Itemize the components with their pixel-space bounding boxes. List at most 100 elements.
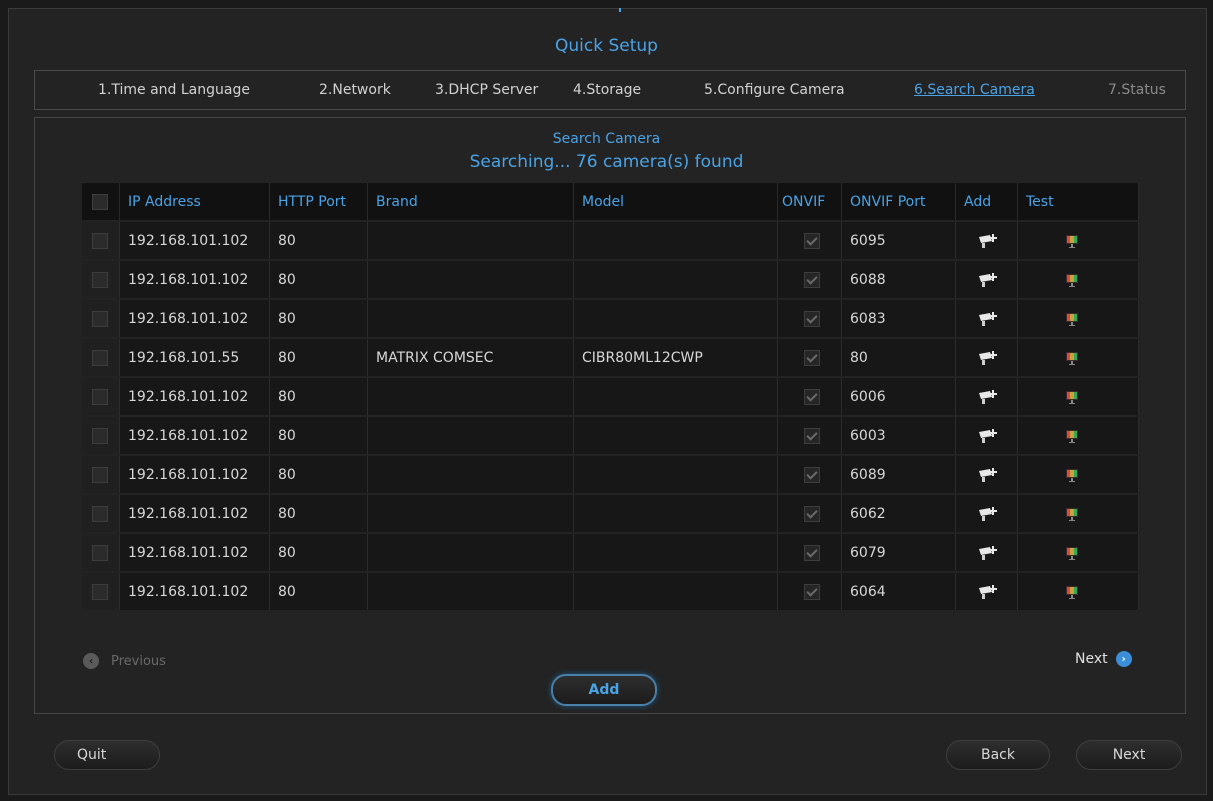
camera-add-icon[interactable]	[978, 428, 998, 444]
table-header-row: IP Address HTTP Port Brand Model ONVIF O…	[82, 183, 1139, 220]
header-model[interactable]: Model	[574, 183, 778, 220]
row-select-checkbox[interactable]	[92, 232, 108, 249]
row-select-cell	[82, 339, 120, 376]
row-select-cell	[82, 261, 120, 298]
step-time-and-language[interactable]: 1.Time and Language	[98, 82, 250, 98]
monitor-test-icon[interactable]	[1064, 584, 1080, 600]
row-select-checkbox[interactable]	[92, 505, 108, 522]
header-onvif[interactable]: ONVIF	[778, 183, 842, 220]
header-ip-address[interactable]: IP Address	[120, 183, 270, 220]
onvif-cell	[778, 495, 842, 532]
camera-add-icon[interactable]	[978, 389, 998, 405]
monitor-test-icon[interactable]	[1064, 350, 1080, 366]
camera-add-icon[interactable]	[978, 467, 998, 483]
row-select-checkbox[interactable]	[92, 349, 108, 366]
table-row[interactable]: 192.168.101.102 80 6079	[82, 534, 1139, 571]
onvif-checkbox	[804, 544, 820, 561]
onvif-port-cell: 6006	[842, 378, 956, 415]
onvif-cell	[778, 378, 842, 415]
header-http-port[interactable]: HTTP Port	[270, 183, 368, 220]
camera-add-icon[interactable]	[978, 311, 998, 327]
previous-page-link[interactable]: ‹ Previous	[83, 653, 166, 669]
camera-add-icon[interactable]	[978, 506, 998, 522]
model-cell	[574, 534, 778, 571]
step-network[interactable]: 2.Network	[319, 82, 391, 98]
row-select-checkbox[interactable]	[92, 427, 108, 444]
step-configure-camera[interactable]: 5.Configure Camera	[704, 82, 845, 98]
monitor-test-icon[interactable]	[1064, 545, 1080, 561]
row-select-checkbox[interactable]	[92, 583, 108, 600]
camera-add-icon[interactable]	[978, 584, 998, 600]
add-cell	[956, 300, 1018, 337]
test-cell	[1018, 495, 1139, 532]
table-row[interactable]: 192.168.101.102 80 6095	[82, 222, 1139, 259]
ip-address-cell: 192.168.101.102	[120, 573, 270, 610]
row-select-checkbox[interactable]	[92, 466, 108, 483]
model-cell	[574, 378, 778, 415]
onvif-cell	[778, 339, 842, 376]
camera-add-icon[interactable]	[978, 350, 998, 366]
monitor-test-icon[interactable]	[1064, 428, 1080, 444]
row-select-cell	[82, 300, 120, 337]
add-cell	[956, 495, 1018, 532]
http-port-cell: 80	[270, 261, 368, 298]
header-onvif-port[interactable]: ONVIF Port	[842, 183, 956, 220]
brand-cell	[368, 456, 574, 493]
onvif-cell	[778, 417, 842, 454]
add-cell	[956, 456, 1018, 493]
select-all-checkbox[interactable]	[92, 193, 108, 210]
ip-address-cell: 192.168.101.102	[120, 261, 270, 298]
row-select-checkbox[interactable]	[92, 544, 108, 561]
row-select-checkbox[interactable]	[92, 388, 108, 405]
camera-add-icon[interactable]	[978, 545, 998, 561]
step-status[interactable]: 7.Status	[1108, 82, 1166, 98]
chevron-left-circle-icon: ‹	[83, 653, 99, 669]
next-button[interactable]: Next	[1076, 740, 1182, 770]
quit-button[interactable]: Quit	[54, 740, 160, 770]
row-select-checkbox[interactable]	[92, 271, 108, 288]
table-row[interactable]: 192.168.101.102 80 6089	[82, 456, 1139, 493]
step-storage[interactable]: 4.Storage	[573, 82, 641, 98]
monitor-test-icon[interactable]	[1064, 272, 1080, 288]
table-row[interactable]: 192.168.101.55 80 MATRIX COMSEC CIBR80ML12C…	[82, 339, 1139, 376]
model-cell: CIBR80ML12CWP	[574, 339, 778, 376]
camera-add-icon[interactable]	[978, 272, 998, 288]
ip-address-cell: 192.168.101.102	[120, 378, 270, 415]
onvif-port-cell: 6079	[842, 534, 956, 571]
onvif-port-cell: 6064	[842, 573, 956, 610]
test-cell	[1018, 378, 1139, 415]
monitor-test-icon[interactable]	[1064, 506, 1080, 522]
monitor-test-icon[interactable]	[1064, 389, 1080, 405]
next-page-link[interactable]: Next ›	[1075, 651, 1132, 667]
camera-add-icon[interactable]	[978, 233, 998, 249]
step-dhcp-server[interactable]: 3.DHCP Server	[435, 82, 538, 98]
onvif-cell	[778, 300, 842, 337]
test-cell	[1018, 534, 1139, 571]
monitor-test-icon[interactable]	[1064, 467, 1080, 483]
ip-address-cell: 192.168.101.102	[120, 417, 270, 454]
chevron-right-circle-icon: ›	[1115, 651, 1132, 667]
table-row[interactable]: 192.168.101.102 80 6083	[82, 300, 1139, 337]
model-cell	[574, 222, 778, 259]
table-row[interactable]: 192.168.101.102 80 6088	[82, 261, 1139, 298]
ip-address-cell: 192.168.101.102	[120, 222, 270, 259]
header-brand[interactable]: Brand	[368, 183, 574, 220]
back-button[interactable]: Back	[946, 740, 1050, 770]
table-row[interactable]: 192.168.101.102 80 6006	[82, 378, 1139, 415]
row-select-cell	[82, 495, 120, 532]
top-indicator	[619, 8, 621, 12]
add-camera-button[interactable]: Add	[551, 674, 657, 706]
onvif-checkbox	[804, 310, 820, 327]
row-select-checkbox[interactable]	[92, 310, 108, 327]
add-cell	[956, 573, 1018, 610]
table-row[interactable]: 192.168.101.102 80 6064	[82, 573, 1139, 610]
monitor-test-icon[interactable]	[1064, 233, 1080, 249]
test-cell	[1018, 456, 1139, 493]
test-cell	[1018, 261, 1139, 298]
monitor-test-icon[interactable]	[1064, 311, 1080, 327]
table-row[interactable]: 192.168.101.102 80 6062	[82, 495, 1139, 532]
step-search-camera[interactable]: 6.Search Camera	[914, 82, 1035, 98]
http-port-cell: 80	[270, 222, 368, 259]
onvif-cell	[778, 456, 842, 493]
table-row[interactable]: 192.168.101.102 80 6003	[82, 417, 1139, 454]
